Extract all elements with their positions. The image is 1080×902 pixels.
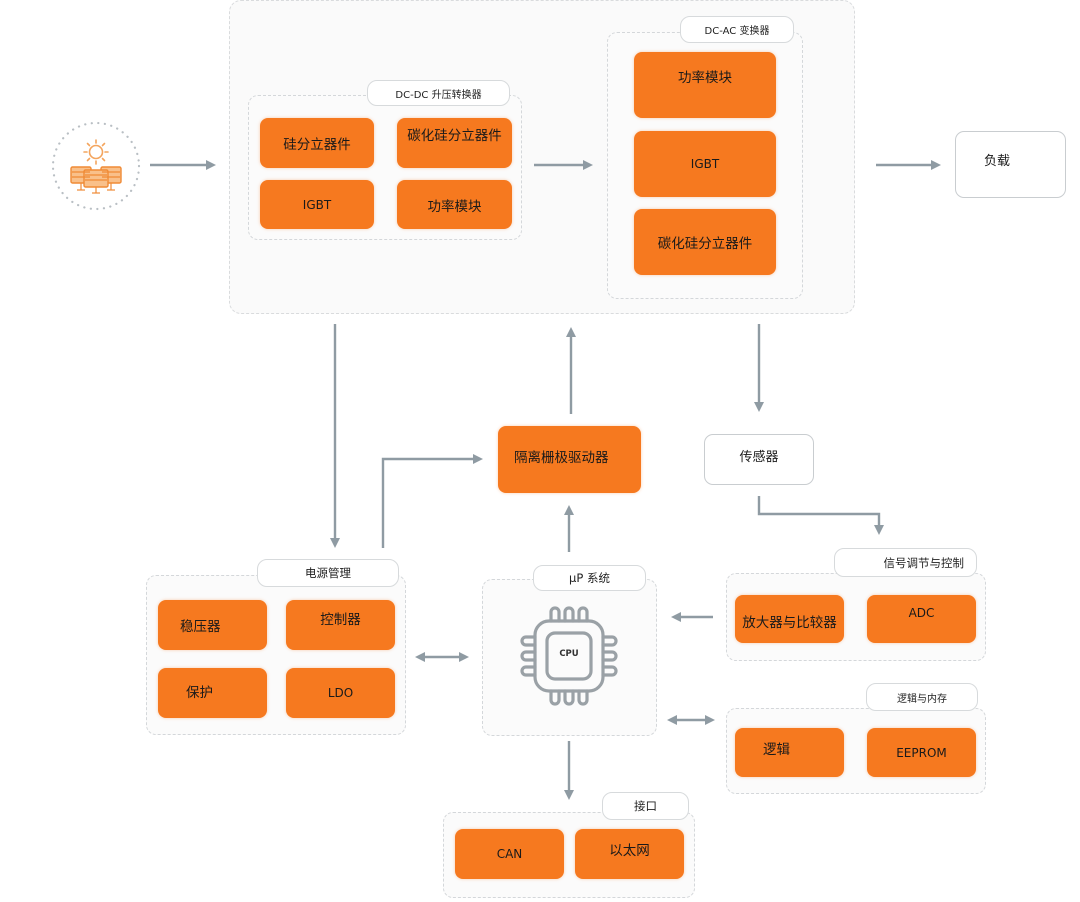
arrow-sensor-to-signal [757, 496, 884, 535]
arrow-power-management-to-gate-driver [381, 454, 483, 548]
connector-arrows [150, 160, 941, 800]
